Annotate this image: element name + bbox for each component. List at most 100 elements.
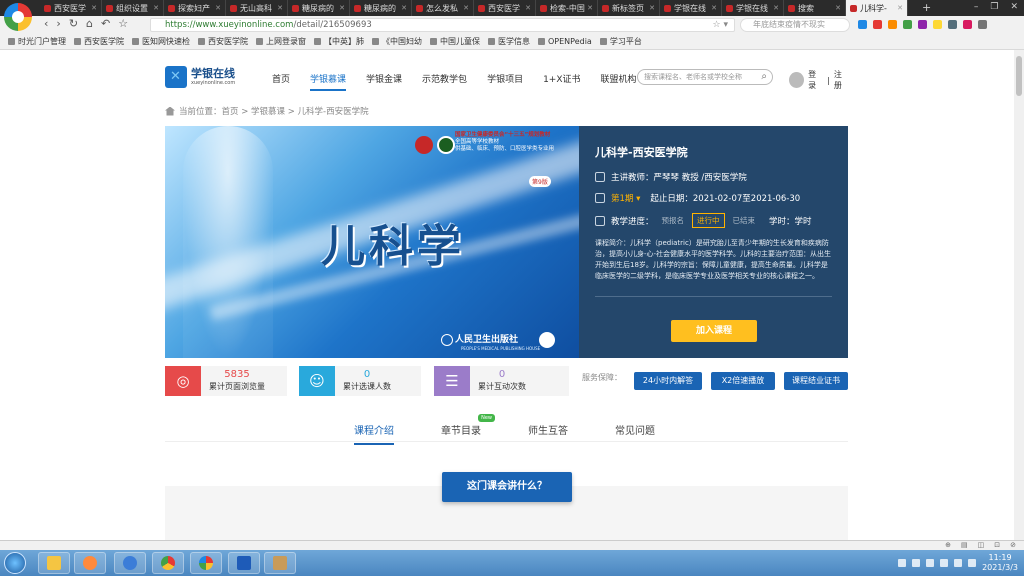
join-course-button[interactable]: 加入课程 (671, 320, 757, 342)
address-bar[interactable]: https://www.xueyinonline.com/detail/2165… (150, 18, 735, 32)
tab-close-icon[interactable]: ✕ (649, 4, 655, 12)
bookmark-item[interactable]: 《中国妇幼 (372, 36, 422, 47)
tab-close-icon[interactable]: ✕ (835, 4, 841, 12)
taskbar-player-icon[interactable] (74, 552, 106, 574)
browser-tab[interactable]: 组织设置 ✕ (102, 0, 164, 16)
menu-item[interactable]: 首页 (272, 72, 290, 91)
bookmark-item[interactable]: 【中英】肺 (314, 36, 364, 47)
bookmark-item[interactable]: 上网登录窗 (256, 36, 306, 47)
taskbar-app-icon[interactable] (114, 552, 146, 574)
bookmark-item[interactable]: 时光门户管理 (8, 36, 66, 47)
tab-close-icon[interactable]: ✕ (463, 4, 469, 12)
browser-tab[interactable]: 西安医学 ✕ (40, 0, 102, 16)
star-icon[interactable]: ☆ (118, 17, 128, 30)
browser-tab[interactable]: 检索-中国 ✕ (536, 0, 598, 16)
site-logo[interactable]: 学银在线 xueyinonline.com (165, 66, 235, 88)
restore-icon[interactable]: ❐ (990, 2, 998, 12)
extension-icon[interactable] (918, 20, 927, 29)
browser-tab[interactable]: 学银在线 ✕ (722, 0, 784, 16)
tab-close-icon[interactable]: ✕ (277, 4, 283, 12)
tab-chapters[interactable]: 章节目录 New (441, 414, 495, 443)
site-search-input[interactable]: 搜索课程名、老师名或学校全称 ⌕ (637, 69, 773, 85)
taskbar-chrome-icon[interactable] (152, 552, 184, 574)
browser-tab[interactable]: 西安医学 ✕ (474, 0, 536, 16)
close-window-icon[interactable]: ✕ (1010, 2, 1018, 12)
tray-icon[interactable] (940, 559, 949, 567)
bookmark-item[interactable]: 中国儿童保 (430, 36, 480, 47)
browser-tab[interactable]: 新标签页 ✕ (598, 0, 660, 16)
menu-item[interactable]: 学银项目 (487, 72, 523, 91)
service-speed-button[interactable]: X2倍速播放 (711, 372, 775, 390)
tray-icon[interactable] (954, 559, 963, 567)
tab-qa[interactable]: 师生互答 (528, 422, 568, 443)
login-link[interactable]: 登录 (808, 69, 823, 91)
menu-item[interactable]: 学银慕课 (310, 72, 347, 91)
back-icon[interactable]: ‹ (44, 17, 48, 30)
clock[interactable]: 11:19 2021/3/3 (982, 553, 1018, 573)
tab-close-icon[interactable]: ✕ (153, 4, 159, 12)
home-icon[interactable]: ⌂ (86, 17, 93, 30)
service-certificate-button[interactable]: 课程结业证书 (784, 372, 848, 390)
scroll-thumb[interactable] (1016, 56, 1022, 96)
tab-close-icon[interactable]: ✕ (525, 4, 531, 12)
minimize-icon[interactable]: – (974, 2, 979, 12)
tray-icon[interactable] (912, 559, 921, 567)
browser-tab[interactable]: 探索妇产 ✕ (164, 0, 226, 16)
tab-course-intro[interactable]: 课程介绍 (354, 422, 394, 445)
volume-icon[interactable] (968, 559, 977, 567)
extension-icon[interactable] (873, 20, 882, 29)
status-icon[interactable]: ◫ (978, 541, 985, 549)
search-icon[interactable]: ⌕ (761, 70, 767, 84)
menu-item[interactable]: 学银金课 (366, 72, 402, 91)
reload-icon[interactable]: ↻ (69, 17, 78, 30)
tab-close-icon[interactable]: ✕ (339, 4, 345, 12)
tab-close-icon[interactable]: ✕ (215, 4, 221, 12)
status-icon[interactable]: ⊡ (994, 541, 1000, 549)
taskbar-word-icon[interactable] (228, 552, 260, 574)
extension-icon[interactable] (933, 20, 942, 29)
extension-icon[interactable] (903, 20, 912, 29)
bookmark-item[interactable]: OPENPedia (538, 37, 592, 46)
bookmark-star-icon[interactable]: ☆ ▾ (713, 19, 728, 31)
browser-search-input[interactable]: 年底结束疫情不现实 (740, 18, 850, 32)
menu-icon[interactable] (978, 20, 987, 29)
status-icon[interactable]: ⊘ (1010, 541, 1016, 549)
browser-logo-icon[interactable] (4, 3, 32, 31)
tab-close-icon[interactable]: ✕ (773, 4, 779, 12)
new-tab-icon[interactable]: + (922, 1, 931, 14)
tray-icon[interactable] (926, 559, 935, 567)
bookmark-item[interactable]: 学习平台 (599, 36, 642, 47)
browser-tab[interactable]: 学银在线 ✕ (660, 0, 722, 16)
menu-item[interactable]: 示范教学包 (422, 72, 467, 91)
extension-icon[interactable] (888, 20, 897, 29)
browser-tab[interactable]: 糖尿病的 ✕ (350, 0, 412, 16)
tab-close-icon[interactable]: ✕ (91, 4, 97, 12)
bookmark-item[interactable]: 医学信息 (488, 36, 530, 47)
extension-icon[interactable] (858, 20, 867, 29)
menu-item[interactable]: 1+X证书 (543, 72, 580, 91)
bookmark-item[interactable]: 医知网快速检 (132, 36, 190, 47)
browser-tab[interactable]: 怎么发私 ✕ (412, 0, 474, 16)
bookmark-item[interactable]: 西安医学院 (198, 36, 248, 47)
tab-close-icon[interactable]: ✕ (401, 4, 407, 12)
menu-item[interactable]: 联盟机构 (601, 72, 637, 91)
service-24h-button[interactable]: 24小时内解答 (634, 372, 702, 390)
term-select[interactable]: 第1期 ▾ (611, 192, 640, 204)
taskbar-tools-icon[interactable] (264, 552, 296, 574)
extension-icon[interactable] (948, 20, 957, 29)
browser-tab[interactable]: 糖尿病的 ✕ (288, 0, 350, 16)
extension-icon[interactable] (963, 20, 972, 29)
breadcrumb-text[interactable]: 当前位置：首页 > 学银慕课 > 儿科学-西安医学院 (179, 105, 369, 117)
tray-icon[interactable] (898, 559, 907, 567)
taskbar-browser-icon[interactable] (190, 552, 222, 574)
status-icon[interactable]: ⊕ (945, 541, 951, 549)
register-link[interactable]: 注册 (834, 69, 849, 91)
undo-icon[interactable]: ↶ (101, 17, 110, 30)
tab-close-icon[interactable]: ✕ (711, 4, 717, 12)
tab-close-icon[interactable]: ✕ (897, 4, 903, 12)
taskbar-explorer-icon[interactable] (38, 552, 70, 574)
bookmark-item[interactable]: 西安医学院 (74, 36, 124, 47)
browser-tab[interactable]: 搜索 ✕ (784, 0, 846, 16)
tab-close-icon[interactable]: ✕ (587, 4, 593, 12)
start-button-icon[interactable] (4, 552, 26, 574)
